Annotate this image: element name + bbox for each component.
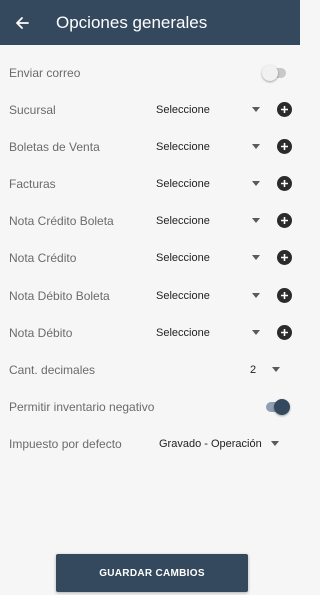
plus-icon — [281, 254, 288, 261]
nota-credito-value: Seleccione — [156, 251, 210, 264]
setting-nota-debito-boleta: Nota Débito Boleta Seleccione — [0, 277, 300, 314]
plus-icon — [281, 217, 288, 224]
sucursal-label: Sucursal — [9, 102, 56, 117]
dropdown-caret-icon — [252, 330, 260, 335]
cant-decimales-label: Cant. decimales — [9, 362, 96, 377]
add-nota-credito-boleta-button[interactable] — [277, 213, 292, 228]
facturas-value: Seleccione — [156, 177, 210, 190]
nota-debito-value: Seleccione — [156, 326, 210, 339]
dropdown-caret-icon — [252, 293, 260, 298]
nota-debito-boleta-label: Nota Débito Boleta — [9, 288, 110, 303]
dropdown-caret-icon — [252, 181, 260, 186]
dropdown-caret-icon — [252, 255, 260, 260]
setting-sucursal: Sucursal Seleccione — [0, 91, 300, 128]
nota-debito-label: Nota Débito — [9, 325, 73, 340]
add-facturas-button[interactable] — [277, 176, 292, 191]
enviar-correo-toggle[interactable] — [262, 64, 288, 81]
toggle-knob — [274, 398, 290, 415]
enviar-correo-label: Enviar correo — [9, 65, 81, 80]
plus-icon — [281, 292, 288, 299]
setting-nota-credito: Nota Crédito Seleccione — [0, 239, 300, 276]
setting-cant-decimales: Cant. decimales 2 — [0, 351, 300, 388]
dropdown-caret-icon — [272, 367, 280, 372]
add-nota-debito-button[interactable] — [277, 325, 292, 340]
setting-nota-credito-boleta: Nota Crédito Boleta Seleccione — [0, 202, 300, 239]
inventario-negativo-label: Permitir inventario negativo — [9, 399, 155, 414]
page-title: Opciones generales — [56, 12, 208, 32]
add-nota-debito-boleta-button[interactable] — [277, 288, 292, 303]
nota-credito-boleta-label: Nota Crédito Boleta — [9, 213, 114, 228]
facturas-label: Facturas — [9, 176, 56, 191]
sucursal-value: Seleccione — [156, 103, 210, 116]
dropdown-caret-icon — [252, 144, 260, 149]
impuesto-select[interactable]: Gravado - Operación — [159, 432, 283, 456]
setting-facturas: Facturas Seleccione — [0, 165, 300, 202]
dropdown-caret-icon — [252, 218, 260, 223]
back-button[interactable] — [14, 15, 30, 31]
sucursal-select[interactable]: Seleccione — [156, 98, 264, 122]
app-bar: Opciones generales — [0, 0, 300, 45]
nota-debito-boleta-value: Seleccione — [156, 289, 210, 302]
boletas-venta-select[interactable]: Seleccione — [156, 135, 264, 159]
inventario-negativo-toggle[interactable] — [262, 398, 290, 415]
save-button[interactable]: GUARDAR CAMBIOS — [56, 554, 248, 592]
nota-credito-select[interactable]: Seleccione — [156, 246, 264, 270]
toggle-knob — [262, 64, 278, 81]
boletas-venta-value: Seleccione — [156, 140, 210, 153]
setting-enviar-correo: Enviar correo — [0, 54, 300, 91]
impuesto-value: Gravado - Operación — [159, 437, 262, 450]
arrow-left-icon — [16, 16, 29, 29]
impuesto-label: Impuesto por defecto — [9, 436, 122, 451]
cant-decimales-value: 2 — [250, 363, 257, 376]
nota-credito-label: Nota Crédito — [9, 250, 77, 265]
dropdown-caret-icon — [271, 441, 279, 446]
nota-credito-boleta-value: Seleccione — [156, 214, 210, 227]
setting-inventario-negativo: Permitir inventario negativo — [0, 388, 300, 425]
setting-impuesto: Impuesto por defecto Gravado - Operación — [0, 425, 300, 462]
add-sucursal-button[interactable] — [277, 102, 292, 117]
cant-decimales-select[interactable]: 2 — [250, 358, 284, 382]
nota-debito-select[interactable]: Seleccione — [156, 321, 264, 345]
plus-icon — [281, 329, 288, 336]
plus-icon — [281, 106, 288, 113]
plus-icon — [281, 143, 288, 150]
nota-credito-boleta-select[interactable]: Seleccione — [156, 209, 264, 233]
dropdown-caret-icon — [252, 107, 260, 112]
add-nota-credito-button[interactable] — [277, 250, 292, 265]
boletas-venta-label: Boletas de Venta — [9, 139, 100, 154]
nota-debito-boleta-select[interactable]: Seleccione — [156, 284, 264, 308]
setting-nota-debito: Nota Débito Seleccione — [0, 314, 300, 351]
plus-icon — [281, 180, 288, 187]
setting-boletas-venta: Boletas de Venta Seleccione — [0, 128, 300, 165]
add-boletas-venta-button[interactable] — [277, 139, 292, 154]
facturas-select[interactable]: Seleccione — [156, 172, 264, 196]
